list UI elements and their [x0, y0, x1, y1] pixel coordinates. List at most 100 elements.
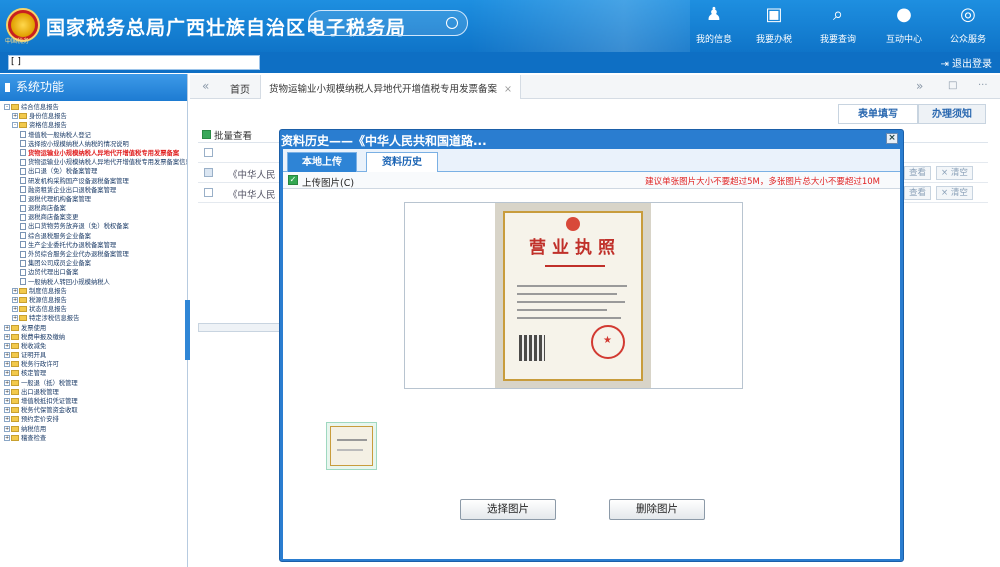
expand-icon[interactable]: + [12, 287, 18, 294]
tab-form-fill[interactable]: 表单填写 [838, 104, 918, 124]
expand-icon[interactable]: + [4, 361, 10, 368]
tree-leaf-item[interactable]: 生产企业委托代办退税备案管理 [0, 241, 187, 250]
expand-icon[interactable]: + [12, 296, 18, 303]
expand-icon[interactable]: + [12, 113, 18, 120]
clear-button[interactable]: × 清空 [936, 186, 973, 200]
expand-icon[interactable]: + [4, 352, 10, 359]
tree-item-label: 税务行政许可 [21, 361, 59, 369]
collapse-icon[interactable]: - [12, 122, 18, 129]
view-button[interactable]: 查看 [904, 186, 932, 200]
tree-leaf-item[interactable]: 增值税一般纳税人登记 [0, 131, 187, 140]
tree-leaf-item[interactable]: 研发机构采购国产设备退税备案管理 [0, 177, 187, 186]
choose-image-button[interactable]: 选择图片 [460, 499, 556, 520]
tab-active[interactable]: 货物运输业小规模纳税人异地代开增值税专用发票备案 × [260, 75, 522, 99]
tree-leaf-item[interactable]: 退税商店备案变更 [0, 213, 187, 222]
tab-notice[interactable]: 办理须知 [918, 104, 986, 124]
nav-my-info[interactable]: ♟ 我的信息 [686, 4, 742, 48]
expand-icon[interactable]: + [4, 407, 10, 414]
expand-icon[interactable]: + [4, 379, 10, 386]
tab-prev-button[interactable]: « [202, 79, 209, 93]
search-icon[interactable] [446, 17, 458, 29]
expand-icon[interactable]: + [12, 306, 18, 313]
tab-restore-button[interactable]: □ [948, 80, 957, 91]
expand-icon[interactable]: + [4, 388, 10, 395]
expand-icon[interactable]: + [4, 342, 10, 349]
tree-folder-item[interactable]: + 特定涉税信息报告 [0, 314, 187, 323]
nav-public-service[interactable]: ◎ 公众服务 [940, 4, 996, 48]
expand-icon[interactable]: + [4, 398, 10, 404]
nav-do-tax[interactable]: ▣ 我要办税 [746, 4, 802, 48]
expand-icon[interactable]: + [4, 370, 10, 377]
tree-folder-item[interactable]: - 综合信息报告 [0, 103, 187, 112]
tree-leaf-item[interactable]: 货物运输业小规模纳税人异地代开增值税专用发票备案 [0, 149, 187, 158]
delete-image-button[interactable]: 删除图片 [609, 499, 705, 520]
search-input[interactable] [308, 10, 468, 36]
folder-icon [11, 379, 19, 386]
row-checkbox[interactable] [204, 148, 213, 157]
document-icon [20, 131, 26, 139]
tree-leaf-item[interactable]: 退税代理机构备案管理 [0, 195, 187, 204]
tree-folder-item[interactable]: + 核定管理 [0, 369, 187, 378]
tree-leaf-item[interactable]: 出口货物劳务放弃退（免）税权备案 [0, 222, 187, 231]
logout-icon: ⇥ [940, 59, 952, 70]
expand-icon[interactable]: + [4, 333, 10, 340]
tree-item-label: 出口货物劳务放弃退（免）税权备案 [28, 223, 129, 231]
tree-folder-item[interactable]: + 税费申报及缴纳 [0, 333, 187, 342]
tree-folder-item[interactable]: + 证明开具 [0, 351, 187, 360]
collapse-icon[interactable]: - [4, 104, 10, 110]
taxpayer-field[interactable]: [ ] [8, 55, 260, 70]
tree-leaf-item[interactable]: 出口退（免）税备案管理 [0, 167, 187, 176]
sidebar-collapse-handle[interactable] [185, 300, 190, 360]
tree-folder-item[interactable]: + 预约定价安排 [0, 415, 187, 424]
tree-leaf-item[interactable]: 综合退税服务企业备案 [0, 232, 187, 241]
address-strip: [ ] ⇥ 退出登录 [0, 52, 1000, 73]
clear-button[interactable]: × 清空 [936, 166, 973, 180]
tree-leaf-item[interactable]: 一般纳税人转回小规模纳税人 [0, 278, 187, 287]
tree-folder-item[interactable]: + 制度信息报告 [0, 287, 187, 296]
tree-folder-item[interactable]: + 稽查检查 [0, 434, 187, 443]
tree-folder-item[interactable]: - 资格信息报告 [0, 121, 187, 130]
tree-folder-item[interactable]: + 税务代保管资金收取 [0, 406, 187, 415]
row-checkbox[interactable] [204, 188, 213, 197]
tree-leaf-item[interactable]: 货物运输业小规模纳税人异地代开增值税专用发票备案信息确认 [0, 158, 187, 167]
expand-icon[interactable]: + [12, 315, 18, 322]
batch-view-button[interactable]: 批量查看 [202, 128, 252, 142]
nav-query[interactable]: ⌕ 我要查询 [810, 4, 866, 48]
expand-icon[interactable]: + [4, 324, 10, 331]
tree-leaf-item[interactable]: 外贸综合服务企业代办退税备案管理 [0, 250, 187, 259]
tree-folder-item[interactable]: + 增值税抵扣凭证管理 [0, 397, 187, 406]
tree-folder-item[interactable]: + 纳税信用 [0, 425, 187, 434]
tree-folder-item[interactable]: + 税收减免 [0, 342, 187, 351]
tab-material-history[interactable]: 资料历史 [366, 152, 438, 172]
tab-local-upload[interactable]: 本地上传 [287, 152, 357, 172]
tree-folder-item[interactable]: + 发票使用 [0, 324, 187, 333]
tree-folder-item[interactable]: + 税务行政许可 [0, 360, 187, 369]
tree-leaf-item[interactable]: 选择按小规模纳税人纳税的情况说明 [0, 140, 187, 149]
tree-leaf-item[interactable]: 边贸代理出口备案 [0, 268, 187, 277]
qr-code-icon [519, 335, 545, 361]
expand-icon[interactable]: + [4, 434, 10, 441]
tab-home[interactable]: 首页 [230, 81, 250, 96]
upload-bar: ✓ 上传图片(C) 建议单张图片大小不要超过5M，多张图片总大小不要超过10M [283, 172, 900, 189]
tab-more-button[interactable]: ··· [978, 80, 988, 91]
nav-interaction[interactable]: ● 互动中心 [876, 4, 932, 48]
tree-leaf-item[interactable]: 退税商店备案 [0, 204, 187, 213]
expand-icon[interactable]: + [4, 425, 10, 432]
expand-icon[interactable]: + [4, 416, 10, 423]
dialog-close-button[interactable]: × [886, 133, 898, 144]
tree-folder-item[interactable]: + 一般退（抵）税管理 [0, 379, 187, 388]
logout-link[interactable]: ⇥ 退出登录 [940, 55, 992, 70]
tab-close-icon[interactable]: × [504, 84, 512, 95]
tree-folder-item[interactable]: + 身份信息报告 [0, 112, 187, 121]
folder-icon [11, 407, 19, 414]
tree-folder-item[interactable]: + 出口退税管理 [0, 388, 187, 397]
folder-icon [11, 104, 19, 110]
view-button[interactable]: 查看 [904, 166, 932, 180]
tree-folder-item[interactable]: + 税源信息报告 [0, 296, 187, 305]
tree-leaf-item[interactable]: 集团公司成员企业备案 [0, 259, 187, 268]
tree-leaf-item[interactable]: 融资租赁企业出口退税备案管理 [0, 186, 187, 195]
tree-folder-item[interactable]: + 状态信息报告 [0, 305, 187, 314]
row-checkbox[interactable] [204, 168, 213, 177]
tab-next-button[interactable]: » [916, 79, 923, 93]
image-thumbnail[interactable] [326, 422, 377, 470]
